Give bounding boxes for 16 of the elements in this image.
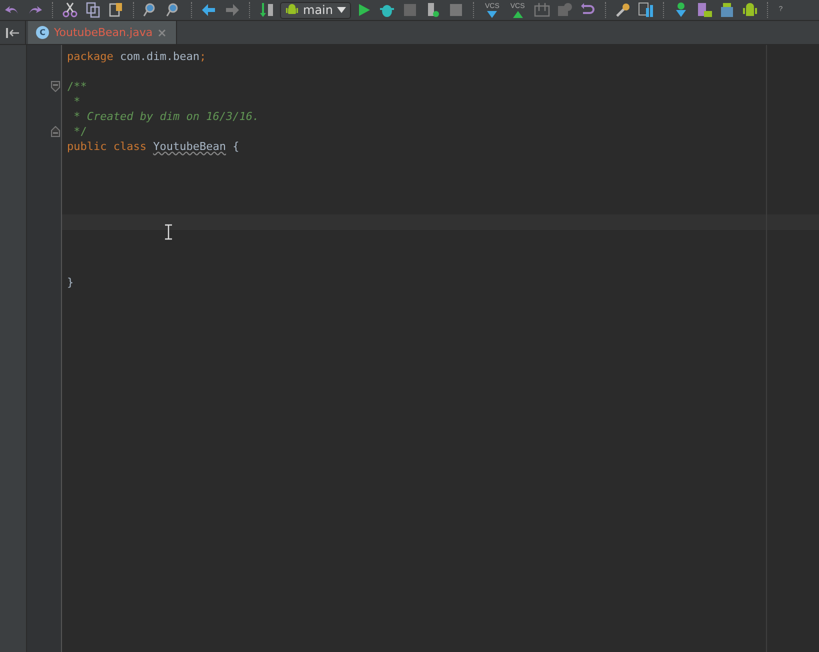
editor-tab[interactable]: C YoutubeBean.java <box>28 21 177 44</box>
code-line: /** <box>67 80 87 93</box>
code-line: public class YoutubeBean { <box>67 140 240 153</box>
caret-icon <box>336 7 346 13</box>
code-line: } <box>67 276 74 289</box>
fold-icon[interactable] <box>51 126 60 137</box>
code-line: */ <box>72 125 87 138</box>
code-line: * Created by dim on 16/3/16. <box>72 110 260 123</box>
text-cursor-icon <box>165 224 172 240</box>
fold-icon[interactable] <box>51 81 60 92</box>
class-icon: C <box>36 26 49 39</box>
code-line: * <box>72 95 80 108</box>
cut-icon[interactable] <box>60 1 80 19</box>
android-icon <box>285 3 299 17</box>
code-line: package com.dim.bean; <box>67 50 206 63</box>
run-configuration-dropdown[interactable]: main <box>280 2 351 18</box>
